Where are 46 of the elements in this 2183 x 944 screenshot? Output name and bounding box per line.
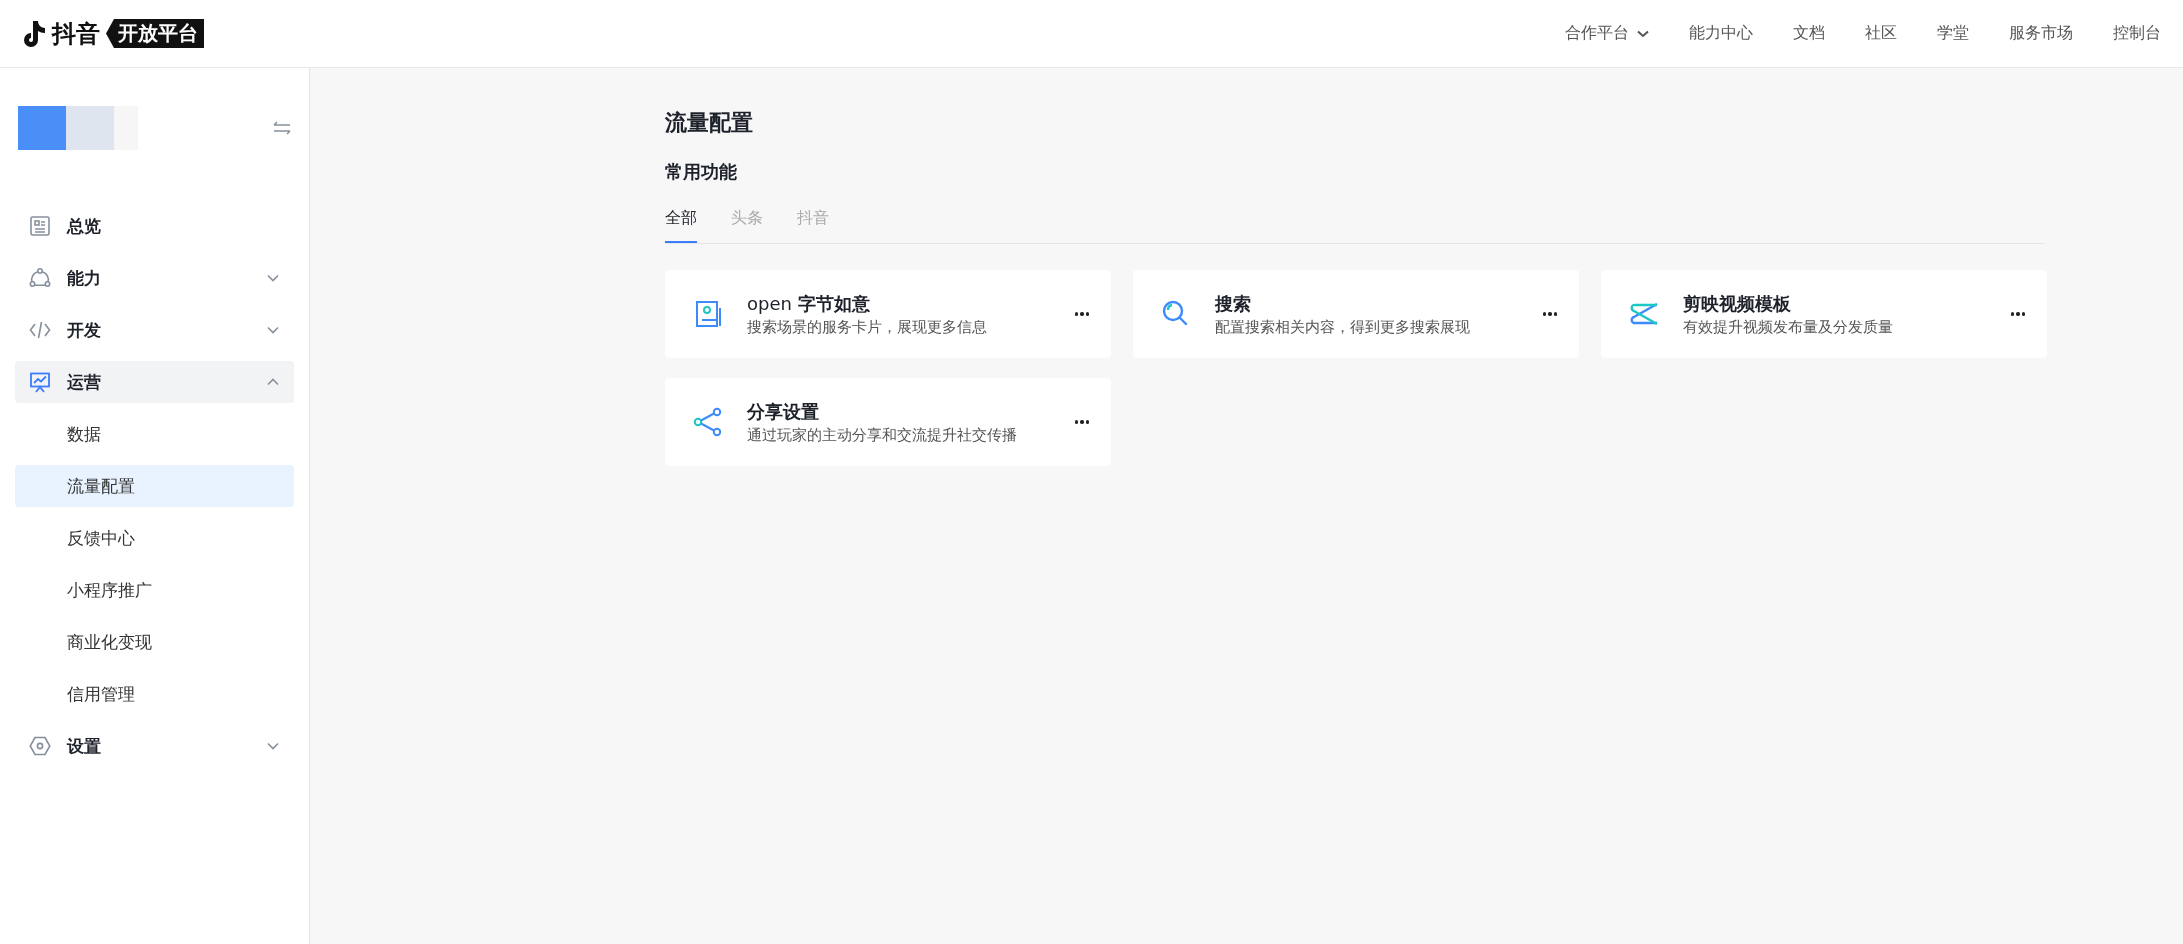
music-note-logo-icon (22, 19, 46, 48)
page-title: 流量配置 (665, 109, 754, 137)
sidebar-subitem[interactable]: 流量配置 (15, 465, 294, 507)
brand-name: 抖音 (52, 18, 100, 50)
sidebar-subitem[interactable]: 商业化变现 (15, 621, 294, 663)
chevron-icon (1637, 29, 1649, 38)
sidebar-subitem[interactable]: 小程序推广 (15, 569, 294, 611)
nav-link[interactable]: 合作平台 (1565, 23, 1649, 44)
nav-link[interactable]: 文档 (1793, 23, 1825, 44)
nav-link[interactable]: 服务市场 (2009, 23, 2073, 44)
nav-link[interactable]: 学堂 (1937, 23, 1969, 44)
feature-card[interactable]: 搜索 配置搜索相关内容，得到更多搜索展现 (1133, 270, 1579, 358)
nodes-icon (29, 267, 51, 289)
card-title: 分享设置 (747, 399, 820, 424)
sidebar-item[interactable]: 运营 (15, 361, 294, 403)
nav-link[interactable]: 社区 (1865, 23, 1897, 44)
sidebar-item[interactable]: 总览 (15, 205, 294, 247)
sidebar-subitem[interactable]: 反馈中心 (15, 517, 294, 559)
feature-card[interactable]: 分享设置 通过玩家的主动分享和交流提升社交传播 (665, 378, 1111, 466)
section-title: 常用功能 (665, 160, 738, 184)
platform-tag: 开放平台 (106, 19, 204, 48)
profile-card-icon (694, 300, 722, 328)
sidebar-item[interactable]: 设置 (15, 725, 294, 767)
share-icon (693, 407, 723, 437)
card-title: open 字节如意 (747, 291, 871, 316)
sidebar-subitem[interactable]: 信用管理 (15, 673, 294, 715)
sidebar-subitem[interactable]: 数据 (15, 413, 294, 455)
grid-icon (29, 215, 51, 237)
feature-card[interactable]: 剪映视频模板 有效提升视频发布量及分发质量 (1601, 270, 2047, 358)
card-title: 搜索 (1215, 291, 1252, 316)
nav-link[interactable]: 能力中心 (1689, 23, 1753, 44)
presentation-chart-icon (29, 371, 51, 393)
filter-tab[interactable]: 全部 (665, 202, 697, 243)
card-description: 配置搜索相关内容，得到更多搜索展现 (1215, 317, 1471, 337)
switch-arrows-icon[interactable] (273, 121, 291, 135)
card-title: 剪映视频模板 (1683, 291, 1792, 316)
hexagon-settings-icon (29, 735, 51, 757)
feature-card[interactable]: open 字节如意 搜索场景的服务卡片，展现更多信息 (665, 270, 1111, 358)
sidebar-item[interactable]: 开发 (15, 309, 294, 351)
card-description: 有效提升视频发布量及分发质量 (1683, 317, 1894, 337)
cross-ribbon-icon (1628, 301, 1660, 327)
sidebar-item[interactable]: 能力 (15, 257, 294, 299)
code-icon (29, 319, 51, 341)
card-description: 通过玩家的主动分享和交流提升社交传播 (747, 425, 1018, 445)
nav-link[interactable]: 控制台 (2113, 23, 2161, 44)
card-description: 搜索场景的服务卡片，展现更多信息 (747, 317, 988, 337)
